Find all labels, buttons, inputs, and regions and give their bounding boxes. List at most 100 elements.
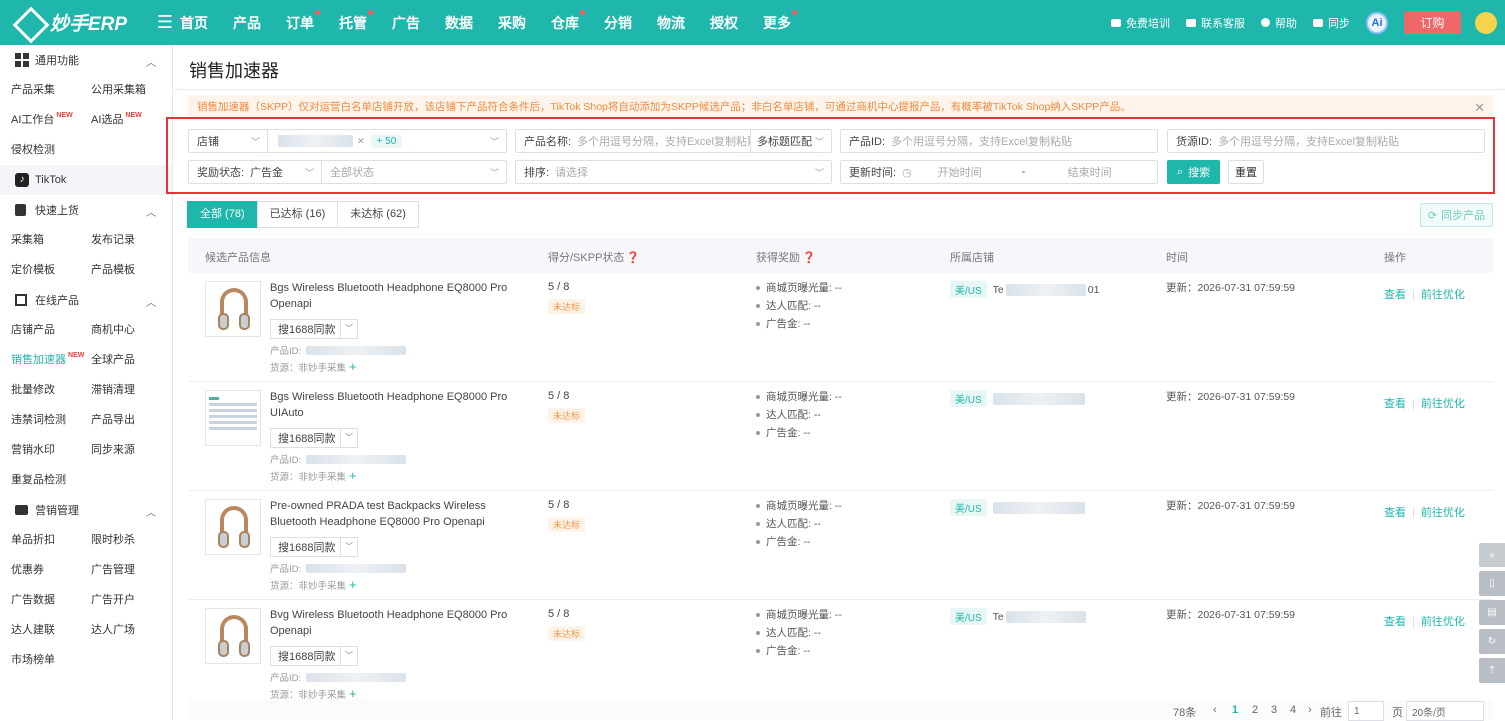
sidebar-platform-tiktok[interactable]: ♪ TikTok bbox=[0, 165, 172, 195]
sidebar-item-infringement[interactable]: 侵权检测 bbox=[11, 135, 91, 165]
nav-warehouse[interactable]: 仓库 bbox=[551, 9, 585, 33]
add-icon[interactable]: + bbox=[349, 468, 357, 483]
prev-page-icon[interactable]: ‹ bbox=[1213, 704, 1217, 716]
sidebar-item-creator-connect[interactable]: 达人建联 bbox=[11, 615, 91, 645]
sidebar-item-sync-source[interactable]: 同步来源 bbox=[91, 435, 171, 465]
sidebar-item-ad-data[interactable]: 广告数据 bbox=[11, 585, 91, 615]
sidebar-item-watermark[interactable]: 营销水印 bbox=[11, 435, 91, 465]
search-1688-button[interactable]: 搜1688同款 ﹀ bbox=[270, 537, 358, 557]
nav-authorization[interactable]: 授权 bbox=[710, 13, 738, 33]
optimize-link[interactable]: 前往优化 bbox=[1421, 398, 1465, 410]
sidebar-item-collect[interactable]: 产品采集 bbox=[11, 75, 91, 105]
sync-link[interactable]: 同步 bbox=[1313, 15, 1350, 31]
sidebar-item-coupon[interactable]: 优惠券 bbox=[11, 555, 91, 585]
nav-distribution[interactable]: 分销 bbox=[604, 13, 632, 33]
search-1688-button[interactable]: 搜1688同款 ﹀ bbox=[270, 646, 358, 666]
sidebar-item-opportunity[interactable]: 商机中心 bbox=[91, 315, 171, 345]
shop-type-select[interactable]: 店铺 ﹀ bbox=[188, 129, 268, 153]
next-page-icon[interactable]: › bbox=[1308, 704, 1312, 716]
view-link[interactable]: 查看 bbox=[1384, 616, 1406, 628]
tab-not-met[interactable]: 未达标 (62) bbox=[337, 201, 419, 228]
tab-all[interactable]: 全部 (78) bbox=[187, 201, 258, 228]
sidebar-item-sales-accelerator[interactable]: 销售加速器 NEW bbox=[11, 345, 91, 375]
notes-icon[interactable]: ▤ bbox=[1479, 600, 1505, 625]
sidebar-item-export[interactable]: 产品导出 bbox=[91, 405, 171, 435]
nav-orders[interactable]: 订单 bbox=[286, 9, 320, 33]
reward-status-select[interactable]: 全部状态 ﹀ bbox=[321, 160, 507, 184]
app-logo[interactable]: 妙手ERP bbox=[0, 8, 150, 38]
reward-type-select[interactable]: 奖励状态: 广告金 ﹀ bbox=[188, 160, 322, 184]
product-id-input[interactable]: 产品ID: 多个用逗号分隔，支持Excel复制粘贴 bbox=[840, 129, 1158, 153]
nav-managed[interactable]: 托管 bbox=[339, 9, 373, 33]
sidebar-item-market-rank[interactable]: 市场榜单 bbox=[11, 645, 91, 675]
tab-met[interactable]: 已达标 (16) bbox=[256, 201, 339, 228]
order-button[interactable]: 订购 bbox=[1404, 11, 1461, 34]
page-size-select[interactable]: 20条/页 bbox=[1406, 701, 1484, 721]
chevron-down-icon[interactable]: ﹀ bbox=[340, 429, 357, 447]
search-button[interactable]: ⌕ 搜索 bbox=[1167, 160, 1220, 184]
page-1[interactable]: 1 bbox=[1232, 704, 1238, 716]
mobile-icon[interactable]: ▯ bbox=[1479, 571, 1505, 596]
nav-home[interactable]: 首页 bbox=[180, 13, 208, 33]
sidebar-item-duplicate-check[interactable]: 重复品检测 bbox=[11, 465, 91, 495]
sidebar-item-ai-workbench[interactable]: AI工作台 NEW bbox=[11, 105, 91, 135]
remove-tag-icon[interactable]: ✕ bbox=[357, 136, 365, 147]
sidebar-item-ai-selection[interactable]: AI选品 NEW bbox=[91, 105, 171, 135]
support-link[interactable]: 联系客服 bbox=[1186, 15, 1245, 31]
product-name[interactable]: Pre-owned PRADA test Backpacks Wireless … bbox=[270, 498, 520, 530]
chevron-down-icon[interactable]: ﹀ bbox=[340, 320, 357, 338]
sidebar-item-global-products[interactable]: 全球产品 bbox=[91, 345, 171, 375]
source-id-input[interactable]: 货源ID: 多个用逗号分隔，支持Excel复制粘贴 bbox=[1167, 129, 1485, 153]
nav-logistics[interactable]: 物流 bbox=[657, 13, 685, 33]
sidebar-item-product-template[interactable]: 产品模板 bbox=[91, 255, 171, 285]
help-icon[interactable]: ❓ bbox=[626, 252, 640, 264]
view-link[interactable]: 查看 bbox=[1384, 507, 1406, 519]
shop-multi-select[interactable]: ✕ + 50 ﹀ bbox=[267, 129, 507, 153]
nav-purchase[interactable]: 采购 bbox=[498, 13, 526, 33]
refresh-icon[interactable]: ↻ bbox=[1479, 629, 1505, 654]
nav-ads[interactable]: 广告 bbox=[392, 13, 420, 33]
nav-products[interactable]: 产品 bbox=[233, 13, 261, 33]
nav-more[interactable]: 更多 bbox=[763, 9, 797, 33]
sync-products-button[interactable]: ⟳ 同步产品 bbox=[1420, 203, 1493, 227]
add-icon[interactable]: + bbox=[349, 359, 357, 374]
back-to-top-icon[interactable]: ⇡ bbox=[1479, 658, 1505, 683]
view-link[interactable]: 查看 bbox=[1384, 398, 1406, 410]
sidebar-item-single-discount[interactable]: 单品折扣 bbox=[11, 525, 91, 555]
sidebar-item-flash-sale[interactable]: 限时秒杀 bbox=[91, 525, 171, 555]
search-1688-button[interactable]: 搜1688同款 ﹀ bbox=[270, 428, 358, 448]
reset-button[interactable]: 重置 bbox=[1228, 160, 1264, 184]
sidebar-item-publish-log[interactable]: 发布记录 bbox=[91, 225, 171, 255]
product-thumbnail[interactable] bbox=[205, 608, 261, 664]
add-icon[interactable]: + bbox=[349, 686, 357, 701]
sort-select[interactable]: 排序: 请选择 ﹀ bbox=[515, 160, 832, 184]
product-name[interactable]: Bgs Wireless Bluetooth Headphone EQ8000 … bbox=[270, 280, 520, 312]
sidebar-item-price-template[interactable]: 定价模板 bbox=[11, 255, 91, 285]
avatar[interactable] bbox=[1475, 11, 1497, 34]
product-thumbnail[interactable] bbox=[205, 281, 261, 337]
page-4[interactable]: 4 bbox=[1290, 704, 1296, 716]
update-time-range[interactable]: 更新时间: ◷ 开始时间 - 结束时间 bbox=[840, 160, 1158, 184]
collapse-icon[interactable]: » bbox=[1479, 543, 1505, 567]
view-link[interactable]: 查看 bbox=[1384, 289, 1406, 301]
optimize-link[interactable]: 前往优化 bbox=[1421, 616, 1465, 628]
ai-assistant-icon[interactable]: Ai bbox=[1366, 11, 1388, 34]
page-2[interactable]: 2 bbox=[1252, 704, 1258, 716]
sidebar-item-creator-square[interactable]: 达人广场 bbox=[91, 615, 171, 645]
sidebar-section-quick[interactable]: 快速上货 ︿ bbox=[0, 195, 172, 225]
product-name[interactable]: Bvg Wireless Bluetooth Headphone EQ8000 … bbox=[270, 607, 520, 639]
search-1688-button[interactable]: 搜1688同款 ﹀ bbox=[270, 319, 358, 339]
add-icon[interactable]: + bbox=[349, 577, 357, 592]
optimize-link[interactable]: 前往优化 bbox=[1421, 507, 1465, 519]
sidebar-item-slow-clearance[interactable]: 滞销清理 bbox=[91, 375, 171, 405]
menu-icon[interactable]: ☰ bbox=[150, 12, 180, 33]
sidebar-section-online[interactable]: 在线产品 ︿ bbox=[0, 285, 172, 315]
page-3[interactable]: 3 bbox=[1271, 704, 1277, 716]
sidebar-section-general[interactable]: 通用功能 ︿ bbox=[0, 45, 172, 75]
page-number-input[interactable]: 1 bbox=[1348, 701, 1384, 721]
product-name-input[interactable]: 产品名称: 多个用逗号分隔，支持Excel复制粘贴 bbox=[515, 129, 751, 153]
optimize-link[interactable]: 前往优化 bbox=[1421, 289, 1465, 301]
match-mode-select[interactable]: 多标题匹配 ﹀ bbox=[750, 129, 832, 153]
help-icon[interactable]: ❓ bbox=[802, 252, 816, 264]
sidebar-section-marketing[interactable]: 营销管理 ︿ bbox=[0, 495, 172, 525]
